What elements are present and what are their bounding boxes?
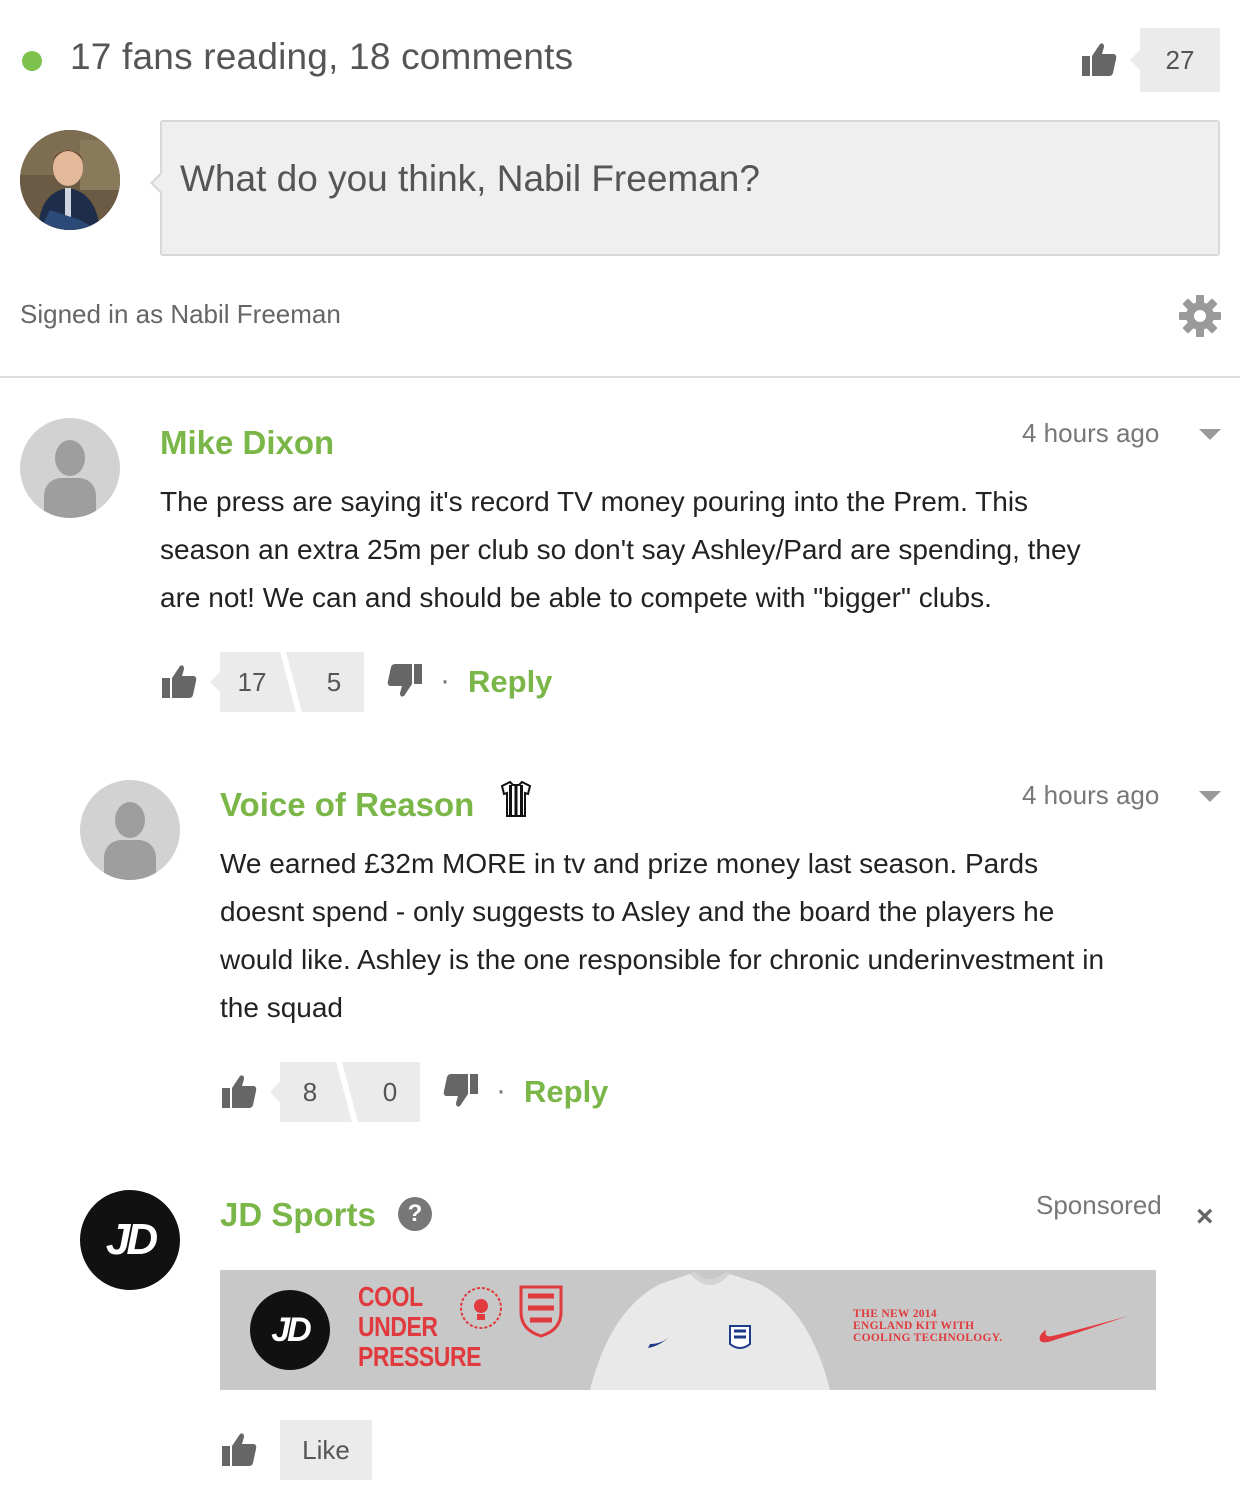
tagline-line: COOLING TECHNOLOGY. [853, 1332, 1003, 1344]
readers-count-text: 17 fans reading, 18 comments [70, 36, 574, 77]
chevron-down-icon[interactable] [1199, 429, 1221, 440]
comment-line: doesnt spend - only suggests to Asley an… [220, 896, 1055, 927]
downvote-count: 0 [382, 1076, 398, 1107]
jd-sports-logo: JD [250, 1290, 330, 1370]
comment-line: would like. Ashley is the one responsibl… [220, 944, 1105, 975]
comment-body: The press are saying it's record TV mone… [160, 478, 1200, 622]
comment-line: The press are saying it's record TV mone… [160, 486, 1029, 517]
current-user-avatar [20, 130, 120, 230]
jd-sports-logo[interactable]: JD [80, 1190, 180, 1290]
avatar[interactable] [20, 418, 120, 518]
signed-in-text: Signed in as Nabil Freeman [20, 299, 341, 329]
ad-banner[interactable]: JD COOL UNDER PRESSURE THE NEW 2014 ENGL… [220, 1270, 1156, 1390]
comment-input[interactable]: What do you think, Nabil Freeman? [150, 120, 1220, 256]
comment-line: season an extra 25m per club so don't sa… [160, 534, 1081, 565]
thumbs-down-icon[interactable] [442, 1072, 480, 1110]
club-emblem-icon [460, 1287, 502, 1329]
downvote-count: 5 [326, 666, 342, 697]
upvote-count: 17 [237, 666, 267, 697]
chevron-down-icon[interactable] [1199, 791, 1221, 802]
england-shirt-image [590, 1272, 830, 1390]
comment-timestamp[interactable]: 4 hours ago [1022, 780, 1159, 811]
comment-line: the squad [220, 992, 343, 1023]
reply-button[interactable]: Reply [524, 1074, 608, 1110]
headline-line: PRESSURE [358, 1341, 482, 1372]
nike-swoosh-icon [1039, 1316, 1128, 1343]
help-icon[interactable]: ? [398, 1197, 432, 1231]
upvote-count: 8 [302, 1076, 318, 1107]
comment-author[interactable]: Voice of Reason [220, 786, 474, 824]
banner-tagline: THE NEW 2014 ENGLAND KIT WITH COOLING TE… [853, 1308, 1002, 1344]
comment-timestamp[interactable]: 4 hours ago [1022, 418, 1159, 449]
thumbs-up-icon[interactable] [1080, 40, 1118, 78]
close-icon[interactable]: × [1196, 1200, 1214, 1234]
reply-button[interactable]: Reply [468, 664, 552, 700]
section-divider [0, 376, 1240, 378]
article-like-count: 27 [1130, 28, 1220, 92]
comments-header: 17 fans reading, 18 comments 27 [0, 0, 1240, 120]
striped-shirt-icon [500, 780, 532, 817]
thumbs-down-icon[interactable] [386, 662, 424, 700]
comment-line: are not! We can and should be able to co… [160, 582, 992, 613]
thumbs-up-icon[interactable] [220, 1072, 258, 1110]
comment-line: We earned £32m MORE in tv and prize mone… [220, 848, 1039, 879]
avatar[interactable] [80, 780, 180, 880]
tagline-line: THE NEW 2014 [853, 1308, 937, 1320]
tagline-line: ENGLAND KIT WITH [853, 1320, 975, 1332]
advertiser-name[interactable]: JD Sports [220, 1196, 376, 1234]
gear-icon[interactable] [1178, 294, 1222, 338]
comment-author[interactable]: Mike Dixon [160, 424, 334, 462]
comment-body: We earned £32m MORE in tv and prize mone… [220, 840, 1210, 1032]
live-status-dot [22, 51, 42, 71]
separator-dot: · [496, 1074, 506, 1107]
separator-dot: · [440, 664, 450, 697]
like-button[interactable]: Like [280, 1420, 372, 1480]
sponsored-label: Sponsored [1036, 1190, 1162, 1220]
thumbs-up-icon[interactable] [220, 1430, 258, 1468]
thumbs-up-icon[interactable] [160, 662, 198, 700]
